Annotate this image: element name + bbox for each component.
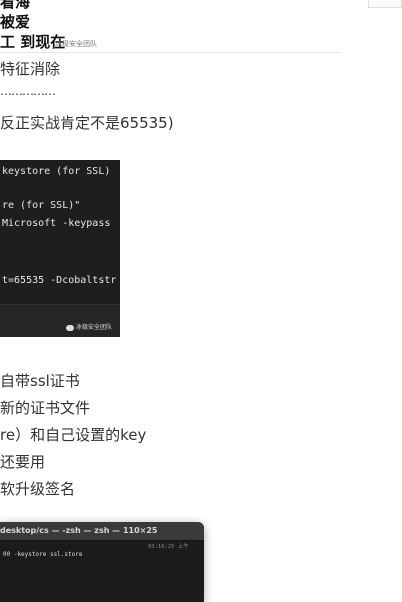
- header-line-1: 看海: [0, 0, 31, 11]
- paragraph-feature-removal: 特征消除: [0, 60, 61, 78]
- header-divider: [0, 52, 340, 53]
- terminal-timestamp: 03:16:25 上午: [148, 544, 189, 550]
- code-watermark: 冰极安全团队: [66, 322, 112, 331]
- paragraph-upgrade-signature: 软升级签名: [0, 480, 76, 498]
- header-line-2: 被爱: [0, 13, 31, 31]
- paragraph-ssl-cert: 自带ssl证书: [0, 372, 80, 390]
- code-footer: [0, 304, 120, 337]
- code-watermark-text: 冰极安全团队: [76, 324, 113, 331]
- terminal-title: desktop/cs — -zsh — zsh — 110×25: [0, 526, 158, 535]
- code-line-2: re (for SSL)": [2, 200, 81, 211]
- code-line-3: Microsoft -keypass: [2, 218, 111, 229]
- corner-control[interactable]: [368, 0, 402, 8]
- paragraph-new-cert-file: 新的证书文件: [0, 399, 91, 417]
- header-watermark: 冰极安全团队: [55, 40, 97, 48]
- paragraph-key-setting: re）和自己设置的key: [0, 426, 147, 444]
- terminal-screenshot: desktop/cs — -zsh — zsh — 110×25 03:16:2…: [0, 522, 204, 602]
- wechat-icon: [66, 324, 74, 331]
- terminal-title-bar: desktop/cs — -zsh — zsh — 110×25: [0, 522, 204, 541]
- code-screenshot: keystore (for SSL) re (for SSL)" Microso…: [0, 160, 120, 337]
- paragraph-port-note: 反正实战肯定不是65535): [0, 114, 174, 132]
- code-line-4: t=65535 -Dcobaltstr: [2, 275, 117, 286]
- paragraph-ellipsis: ……………: [0, 84, 56, 98]
- paragraph-still-used: 还要用: [0, 453, 46, 471]
- code-line-1: keystore (for SSL): [2, 166, 111, 177]
- terminal-command: 00 -keystore ssl.store: [3, 551, 83, 558]
